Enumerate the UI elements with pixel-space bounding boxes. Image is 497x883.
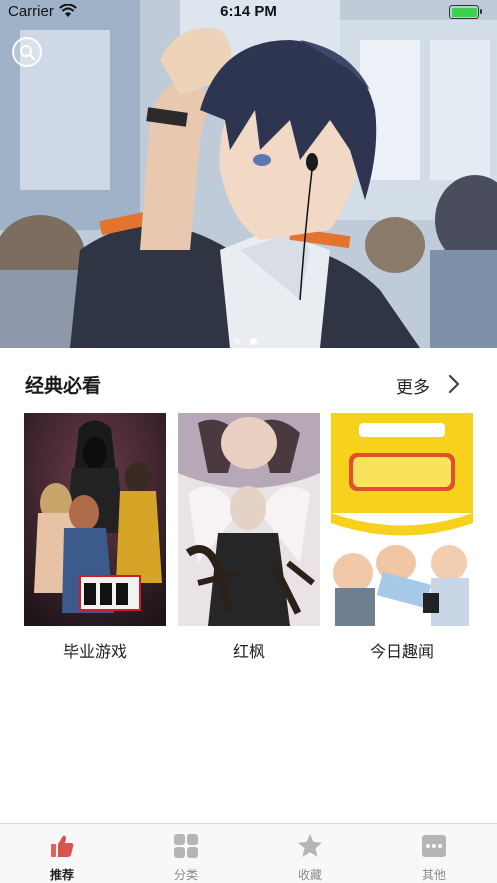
battery-icon bbox=[449, 5, 482, 19]
comic-cover[interactable] bbox=[331, 413, 473, 626]
comic-title[interactable]: 今日趣闻 bbox=[331, 638, 473, 662]
tab-label: 其他 bbox=[421, 868, 446, 882]
thumbs-up-icon bbox=[51, 835, 74, 857]
cover-image bbox=[331, 413, 473, 626]
search-icon bbox=[20, 45, 36, 61]
section-title: 经典必看 bbox=[25, 375, 102, 397]
banner-image bbox=[0, 0, 497, 348]
comic-card[interactable]: 红枫 bbox=[178, 413, 320, 662]
more-dots-icon bbox=[422, 835, 446, 857]
tab-favorites[interactable]: 收藏 bbox=[248, 824, 372, 883]
comic-cover[interactable] bbox=[178, 413, 320, 626]
status-bar: Carrier 6:14 PM bbox=[0, 0, 497, 24]
carousel-pager bbox=[234, 330, 266, 348]
tab-label: 推荐 bbox=[49, 868, 74, 882]
cover-image bbox=[24, 413, 166, 626]
tab-category[interactable]: 分类 bbox=[124, 824, 248, 883]
comic-card[interactable]: 毕业游戏 bbox=[24, 413, 166, 662]
banner-carousel[interactable]: Carrier 6:14 PM bbox=[0, 0, 497, 348]
more-link[interactable]: 更多 bbox=[396, 373, 430, 398]
tab-label: 分类 bbox=[173, 868, 198, 882]
cover-image bbox=[178, 413, 320, 626]
comic-title[interactable]: 毕业游戏 bbox=[24, 638, 166, 662]
tab-other[interactable]: 其他 bbox=[372, 824, 496, 883]
comic-card[interactable]: 今日趣闻 bbox=[331, 413, 473, 662]
comic-cover[interactable] bbox=[24, 413, 166, 626]
chevron-right-icon[interactable] bbox=[448, 374, 460, 394]
grid-icon bbox=[174, 834, 198, 858]
star-icon bbox=[298, 834, 322, 857]
search-button[interactable] bbox=[12, 37, 42, 67]
tab-label: 收藏 bbox=[297, 868, 322, 882]
comic-title[interactable]: 红枫 bbox=[178, 638, 320, 662]
status-time: 6:14 PM bbox=[220, 3, 277, 20]
tab-bar: 推荐 分类 收藏 其他 bbox=[0, 823, 497, 883]
pager-dot-active[interactable] bbox=[250, 338, 257, 345]
pager-dot[interactable] bbox=[234, 338, 241, 345]
tab-recommend[interactable]: 推荐 bbox=[0, 824, 124, 883]
